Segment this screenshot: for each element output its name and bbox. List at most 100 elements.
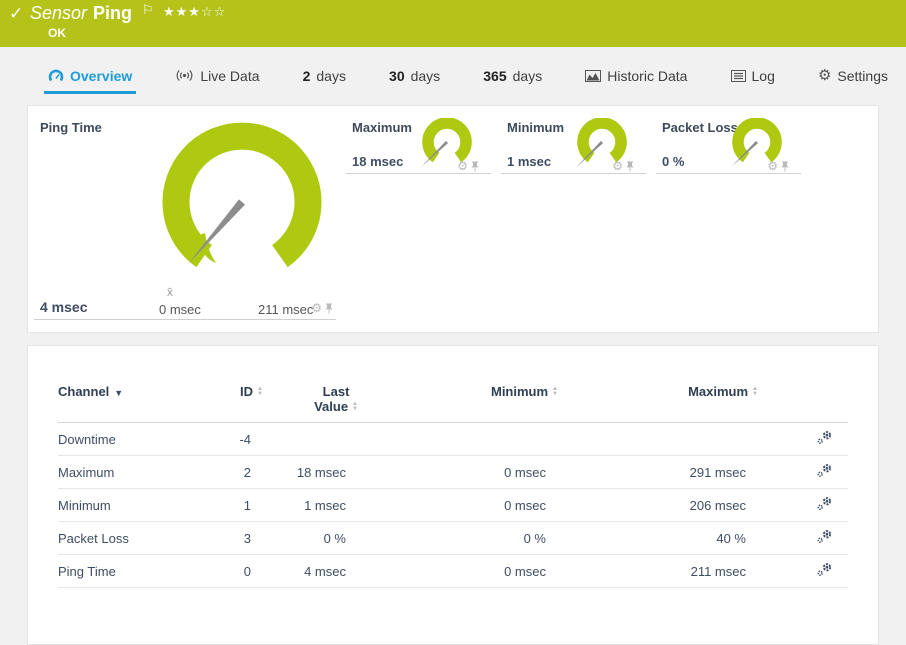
channel-settings-gears-icon[interactable]: [816, 463, 833, 478]
status-badge: OK: [48, 26, 66, 40]
pin-icon[interactable]: [781, 161, 789, 172]
tab-30-days[interactable]: 30 days: [385, 60, 444, 94]
tab-2-days[interactable]: 2 days: [299, 60, 350, 94]
gear-icon: ⚙: [818, 68, 831, 83]
priority-stars[interactable]: ★★★☆☆: [163, 4, 226, 20]
table-row[interactable]: Packet Loss 3 0 % 0 % 40 %: [58, 522, 848, 555]
gauges-panel: Ping Time x̄ 0 msec 211 msec 4 msec ⚙ Ma…: [27, 105, 879, 333]
channel-id: -4: [208, 432, 263, 447]
channel-name: Ping Time: [58, 564, 208, 579]
channel-name: Packet Loss: [58, 531, 208, 546]
channel-minimum: 0 msec: [358, 564, 558, 579]
channel-maximum: 211 msec: [558, 564, 758, 579]
header-label: ID: [240, 384, 253, 399]
gauge-scale-min: 0 msec: [159, 302, 201, 317]
channel-settings-gears-icon[interactable]: [816, 529, 833, 544]
tab-label: days: [513, 68, 543, 84]
gauge-value: 0 %: [662, 154, 684, 169]
channel-id: 1: [208, 498, 263, 513]
channel-maximum: 206 msec: [558, 498, 758, 513]
sort-caret-down-icon: ▼: [114, 388, 123, 398]
table-row[interactable]: Downtime -4: [58, 423, 848, 456]
column-header-id[interactable]: ID▲▼: [208, 384, 263, 399]
gauge-packet-loss: Packet Loss 0 % ⚙: [656, 112, 801, 174]
table-row[interactable]: Minimum 1 1 msec 0 msec 206 msec: [58, 489, 848, 522]
channel-settings-gears-icon[interactable]: [816, 496, 833, 511]
tab-log[interactable]: Log: [727, 60, 779, 94]
tab-label: Overview: [70, 68, 132, 84]
tab-label: Historic Data: [607, 68, 687, 84]
ok-check-icon: ✓: [9, 4, 23, 24]
header-label: Maximum: [688, 384, 748, 399]
column-header-last-value[interactable]: Last Value ▲▼: [263, 384, 358, 414]
channel-minimum: 0 %: [358, 531, 558, 546]
gauge-title: Ping Time: [40, 120, 102, 135]
gauge-ping-time: Ping Time x̄ 0 msec 211 msec 4 msec ⚙: [34, 112, 336, 320]
gauge-settings-gear-icon[interactable]: ⚙: [767, 160, 778, 172]
sort-icon: ▲▼: [552, 387, 558, 397]
average-marker: x̄: [167, 285, 173, 299]
ping-time-gauge-dial: [152, 118, 332, 280]
sort-icon: ▲▼: [752, 387, 758, 397]
tab-number: 2: [303, 68, 311, 84]
gauge-minimum: Minimum 1 msec ⚙: [501, 112, 646, 174]
sort-icon: ▲▼: [352, 402, 358, 412]
header-label: Value: [314, 399, 348, 414]
header-label: Minimum: [491, 384, 548, 399]
table-row[interactable]: Maximum 2 18 msec 0 msec 291 msec: [58, 456, 848, 489]
pin-icon[interactable]: [325, 303, 333, 314]
broadcast-icon: [175, 69, 194, 82]
gauge-settings-gear-icon[interactable]: ⚙: [612, 160, 623, 172]
channels-table-panel: Channel▼ ID▲▼ Last Value▲▼ Minimum▲▼ Max…: [27, 345, 879, 645]
gauge-scale-max: 211 msec: [258, 302, 313, 317]
tab-label: days: [411, 68, 441, 84]
sensor-title: Sensor Ping: [30, 3, 132, 24]
chart-icon: [585, 70, 601, 82]
tab-365-days[interactable]: 365 days: [479, 60, 546, 94]
gauge-value: 1 msec: [507, 154, 551, 169]
tab-historic-data[interactable]: Historic Data: [581, 60, 691, 94]
channel-name: Downtime: [58, 432, 208, 447]
gauge-value: 18 msec: [352, 154, 403, 169]
tab-label: days: [316, 68, 346, 84]
column-header-channel[interactable]: Channel▼: [58, 384, 208, 399]
gauge-settings-gear-icon[interactable]: ⚙: [457, 160, 468, 172]
channel-last-value: 1 msec: [263, 498, 358, 513]
tab-label: Live Data: [200, 68, 259, 84]
channel-last-value: 18 msec: [263, 465, 358, 480]
channel-id: 0: [208, 564, 263, 579]
channel-name: Minimum: [58, 498, 208, 513]
gauge-title: Minimum: [507, 120, 564, 135]
channel-last-value: 0 %: [263, 531, 358, 546]
tab-settings[interactable]: ⚙ Settings: [814, 60, 892, 94]
channel-id: 3: [208, 531, 263, 546]
tab-bar: Overview Live Data 2 days 30 days 365 da…: [0, 47, 906, 95]
flag-icon[interactable]: ⚐: [142, 2, 154, 18]
pin-icon[interactable]: [471, 161, 479, 172]
channel-minimum: 0 msec: [358, 498, 558, 513]
tab-number: 30: [389, 68, 405, 84]
sensor-title-prefix: Sensor: [30, 3, 87, 23]
header-label: Last: [323, 384, 350, 399]
column-header-maximum[interactable]: Maximum ▲▼: [558, 384, 758, 399]
sensor-name: Ping: [93, 3, 132, 23]
channel-settings-gears-icon[interactable]: [816, 562, 833, 577]
table-row[interactable]: Ping Time 0 4 msec 0 msec 211 msec: [58, 555, 848, 588]
tab-overview[interactable]: Overview: [44, 60, 136, 94]
pin-icon[interactable]: [626, 161, 634, 172]
gauge-maximum: Maximum 18 msec ⚙: [346, 112, 491, 174]
gauge-title: Maximum: [352, 120, 412, 135]
tab-live-data[interactable]: Live Data: [171, 60, 263, 94]
channel-settings-gears-icon[interactable]: [816, 430, 833, 445]
channel-minimum: 0 msec: [358, 465, 558, 480]
log-icon: [731, 70, 746, 82]
table-header-row: Channel▼ ID▲▼ Last Value▲▼ Minimum▲▼ Max…: [58, 384, 848, 423]
gauge-settings-gear-icon[interactable]: ⚙: [311, 302, 322, 314]
column-header-minimum[interactable]: Minimum ▲▼: [358, 384, 558, 399]
channel-maximum: 40 %: [558, 531, 758, 546]
channel-maximum: 291 msec: [558, 465, 758, 480]
tab-number: 365: [483, 68, 506, 84]
tab-label: Settings: [837, 68, 888, 84]
channel-name: Maximum: [58, 465, 208, 480]
channel-last-value: 4 msec: [263, 564, 358, 579]
